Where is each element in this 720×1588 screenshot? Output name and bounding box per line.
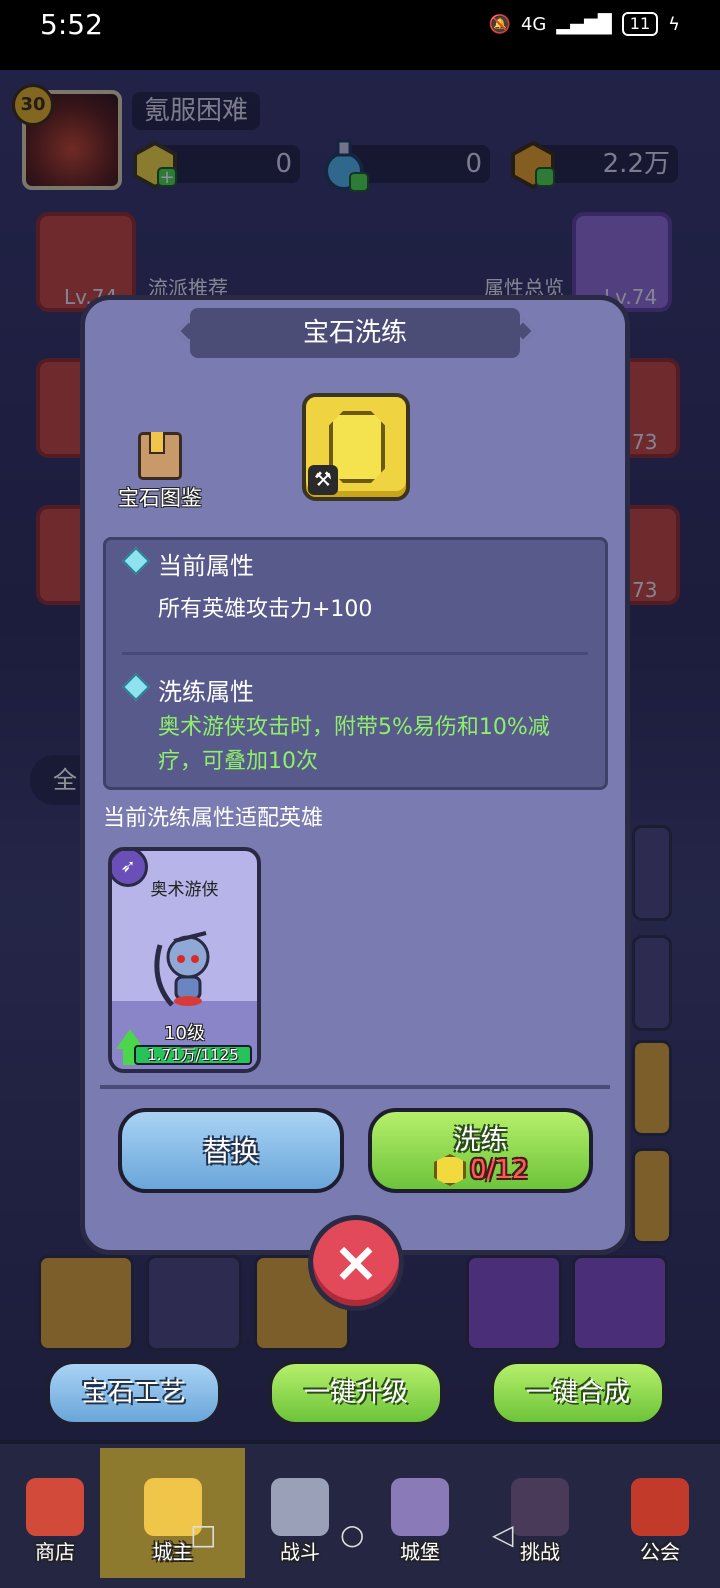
nav-castle-label: 城堡 [400, 1540, 440, 1564]
weapon-tag-icon: ⚒ [308, 465, 338, 495]
gem-craft-button[interactable]: 宝石工艺 [46, 1360, 222, 1426]
status-time: 5:52 [40, 8, 103, 41]
mute-icon: 🔕 [488, 13, 511, 35]
signal-icon: ▂▄▆█ [556, 13, 612, 35]
merge-all-button[interactable]: 一键合成 [490, 1360, 666, 1426]
current-attr-text: 所有英雄攻击力+100 [158, 597, 373, 622]
refine-attr-heading: 洗练属性 [158, 678, 254, 706]
refine-button-label: 洗练 [453, 1125, 508, 1156]
swords-icon [271, 1478, 329, 1536]
charging-icon: ϟ [668, 13, 680, 35]
refine-cost-text: 0/12 [470, 1155, 529, 1185]
demon-icon [511, 1478, 569, 1536]
gem-book-label: 宝石图鉴 [118, 486, 202, 510]
refine-button[interactable]: 洗练 0/12 [368, 1108, 593, 1193]
refine-attr-line1: 奥术游侠攻击时，附带5%易伤和10%减 [158, 715, 550, 740]
gem-icon [434, 1154, 466, 1186]
replace-button[interactable]: 替换 [118, 1108, 344, 1193]
close-button[interactable]: × [308, 1215, 404, 1311]
refine-cost: 0/12 [434, 1154, 528, 1186]
nav-lord-label: 城主 [152, 1540, 193, 1564]
upgrade-all-button[interactable]: 一键升级 [268, 1360, 444, 1426]
nav-battle[interactable]: 战斗 [245, 1448, 355, 1578]
hero-portrait [150, 925, 222, 1011]
shop-icon [26, 1478, 84, 1536]
refine-attr-line2: 疗，可叠加10次 [158, 749, 318, 774]
nav-challenge[interactable]: 挑战 [485, 1448, 595, 1578]
status-icons: 🔕 4G ▂▄▆█ 11 ϟ [489, 12, 680, 36]
hero-card[interactable]: ➶ 奥术游侠 10级 1.71万/1125 [108, 847, 261, 1073]
hero-name: 奥术游侠 [150, 880, 219, 900]
castle-icon [391, 1478, 449, 1536]
book-icon [138, 432, 182, 480]
status-bar: 5:52 🔕 4G ▂▄▆█ 11 ϟ [0, 0, 720, 70]
gem-book-button[interactable]: 宝石图鉴 [110, 432, 210, 510]
nav-shop[interactable]: 商店 [0, 1448, 110, 1578]
nav-guild-label: 公会 [640, 1540, 680, 1564]
network-label: 4G [520, 13, 547, 35]
nav-guild[interactable]: 公会 [605, 1448, 715, 1578]
nav-shop-label: 商店 [35, 1540, 75, 1564]
selected-gem-slot[interactable]: ⚒ [302, 393, 410, 501]
banner-icon [631, 1478, 689, 1536]
nav-castle[interactable]: 城堡 [365, 1448, 475, 1578]
home-icon[interactable]: ○ [340, 1518, 364, 1551]
nav-lord[interactable]: 城主 [100, 1448, 245, 1578]
dialog-separator [100, 1085, 610, 1089]
back-icon[interactable]: ◁ [492, 1518, 514, 1551]
attr-divider [122, 652, 588, 655]
recent-apps-icon[interactable]: □ [190, 1518, 216, 1551]
close-icon: × [332, 1230, 380, 1295]
battery-icon: 11 [621, 12, 659, 36]
current-attr-heading: 当前属性 [158, 552, 254, 580]
nav-battle-label: 战斗 [280, 1540, 320, 1564]
hero-exp-progress: 1.71万/1125 [134, 1045, 252, 1065]
fit-heroes-label: 当前洗练属性适配英雄 [103, 806, 324, 831]
dialog-title: 宝石洗练 [190, 308, 520, 358]
